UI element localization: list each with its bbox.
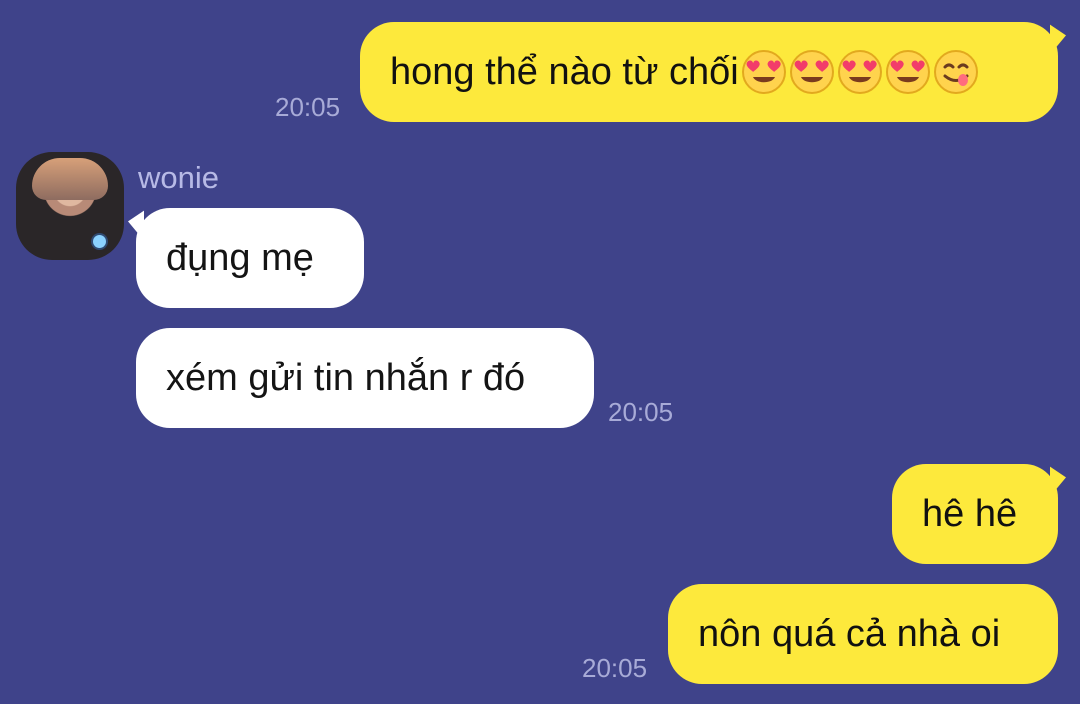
message-text: xém gửi tin nhắn r đó: [166, 356, 526, 399]
heart-eyes-emoji-icon: [837, 50, 882, 94]
message-timestamp: 20:05: [608, 397, 674, 427]
outgoing-message-bubble[interactable]: nôn quá cả nhà oi: [668, 584, 1058, 684]
message-text: nôn quá cả nhà oi: [698, 612, 1001, 655]
emoji-row: [741, 49, 979, 95]
incoming-message-bubble[interactable]: đụng mẹ: [136, 208, 364, 308]
message-timestamp: 20:05: [275, 92, 341, 122]
message-text: hê hê: [922, 492, 1018, 535]
heart-eyes-emoji-icon: [741, 50, 786, 94]
incoming-message-bubble[interactable]: xém gửi tin nhắn r đó: [136, 328, 594, 428]
chat-thread: hong thể nào từ chối 20:05 wonie đụng mẹ…: [0, 0, 1080, 704]
sender-name: wonie: [138, 160, 219, 195]
heart-eyes-emoji-icon: [885, 50, 930, 94]
yum-emoji-icon: [933, 50, 978, 94]
heart-eyes-emoji-icon: [789, 50, 834, 94]
message-text: hong thể nào từ chối: [390, 50, 739, 93]
sender-avatar[interactable]: [16, 152, 124, 260]
outgoing-message-bubble[interactable]: hong thể nào từ chối: [360, 22, 1058, 122]
message-text: đụng mẹ: [166, 236, 314, 279]
message-timestamp: 20:05: [582, 653, 648, 683]
outgoing-message-bubble[interactable]: hê hê: [892, 464, 1058, 564]
